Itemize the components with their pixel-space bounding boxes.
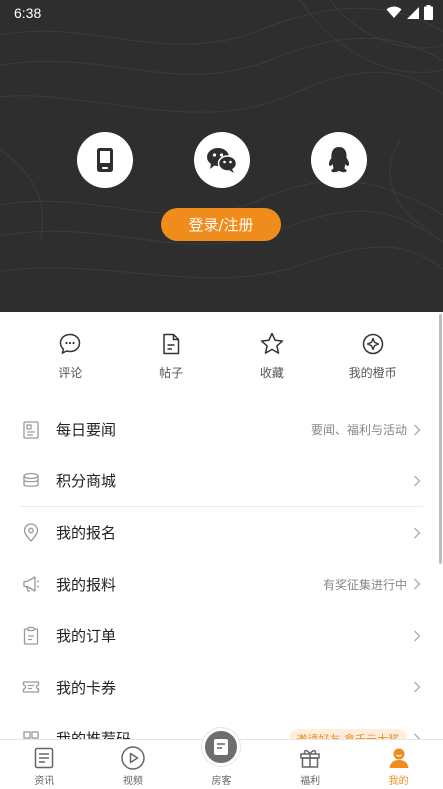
scrollbar[interactable]: [439, 314, 442, 564]
signal-icon: [407, 6, 419, 19]
tab-label: 视频: [122, 776, 143, 787]
quick-action-posts[interactable]: 帖子: [131, 312, 211, 394]
menu-item-my-tips[interactable]: 我的报料 有奖征集进行中: [20, 559, 423, 611]
wechat-login-button[interactable]: [194, 132, 250, 188]
tab-label: 我的: [388, 776, 409, 787]
ticket-icon: [20, 676, 42, 698]
quick-action-comments[interactable]: 评论: [30, 312, 110, 394]
chevron-right-icon: [413, 680, 423, 694]
menu-item-my-registrations[interactable]: 我的报名: [20, 507, 423, 559]
tab-label: 福利: [300, 776, 321, 787]
bottom-navigation: 资讯 视频 房客 福利 我的: [0, 728, 443, 789]
battery-icon: [424, 5, 433, 20]
tab-mine[interactable]: 我的: [355, 740, 443, 789]
quick-action-favorites[interactable]: 收藏: [232, 312, 312, 394]
phone-icon: [97, 148, 113, 172]
tab-video[interactable]: 视频: [89, 740, 177, 789]
newspaper-icon: [20, 419, 42, 441]
menu-item-label: 每日要闻: [56, 421, 117, 440]
login-register-button[interactable]: 登录/注册: [161, 208, 281, 241]
quick-actions: 评论 帖子 收藏 我的橙币: [0, 312, 443, 394]
post-icon: [158, 331, 184, 357]
location-pin-icon: [20, 522, 42, 544]
profile-header: 6:38 登录/注册: [0, 0, 443, 312]
tab-news[interactable]: 资讯: [0, 740, 88, 789]
quick-action-label: 帖子: [159, 366, 184, 380]
chevron-right-icon: [413, 526, 423, 540]
menu-item-daily-news[interactable]: 每日要闻 要闻、福利与活动: [20, 404, 423, 456]
menu-item-my-coupons[interactable]: 我的卡券: [20, 662, 423, 714]
play-icon: [120, 745, 146, 771]
menu-list: 每日要闻 要闻、福利与活动 积分商城 我的报名 我的报料 有奖征集进行中 我的订…: [0, 404, 443, 765]
news-icon: [31, 745, 57, 771]
chevron-right-icon: [413, 629, 423, 643]
clipboard-icon: [20, 625, 42, 647]
quick-action-label: 收藏: [259, 366, 284, 380]
quick-action-label: 我的橙币: [348, 366, 397, 380]
menu-item-points-mall[interactable]: 积分商城: [20, 456, 423, 507]
quick-action-label: 评论: [58, 366, 83, 380]
tab-tenant[interactable]: 房客: [177, 728, 265, 789]
tab-label: 资讯: [34, 776, 55, 787]
coin-icon: [360, 331, 386, 357]
menu-item-hint: 要闻、福利与活动: [310, 423, 407, 438]
menu-item-label: 我的卡券: [56, 678, 117, 697]
document-icon: [202, 728, 241, 766]
menu-item-hint: 有奖征集进行中: [322, 577, 407, 592]
menu-item-label: 我的订单: [56, 627, 117, 646]
comment-icon: [57, 331, 83, 357]
tab-label: 房客: [211, 776, 232, 787]
chevron-right-icon: [413, 577, 423, 591]
menu-item-label: 积分商城: [56, 472, 117, 491]
third-party-login: [0, 132, 443, 188]
gift-icon: [297, 745, 323, 771]
menu-item-label: 我的报名: [56, 524, 117, 543]
qq-icon: [328, 147, 350, 173]
chevron-right-icon: [413, 474, 423, 488]
tab-welfare[interactable]: 福利: [266, 740, 354, 789]
chevron-right-icon: [413, 423, 423, 437]
coins-stack-icon: [20, 470, 42, 492]
star-icon: [259, 331, 285, 357]
wechat-icon: [207, 148, 238, 173]
qq-login-button[interactable]: [311, 132, 367, 188]
status-time: 6:38: [14, 5, 42, 21]
quick-action-coins[interactable]: 我的橙币: [333, 312, 413, 394]
user-icon: [386, 745, 412, 771]
wifi-icon: [386, 6, 402, 18]
megaphone-icon: [20, 573, 42, 595]
phone-login-button[interactable]: [77, 132, 133, 188]
menu-item-label: 我的报料: [56, 575, 117, 594]
status-bar: 6:38: [0, 0, 443, 26]
menu-item-my-orders[interactable]: 我的订单: [20, 610, 423, 662]
